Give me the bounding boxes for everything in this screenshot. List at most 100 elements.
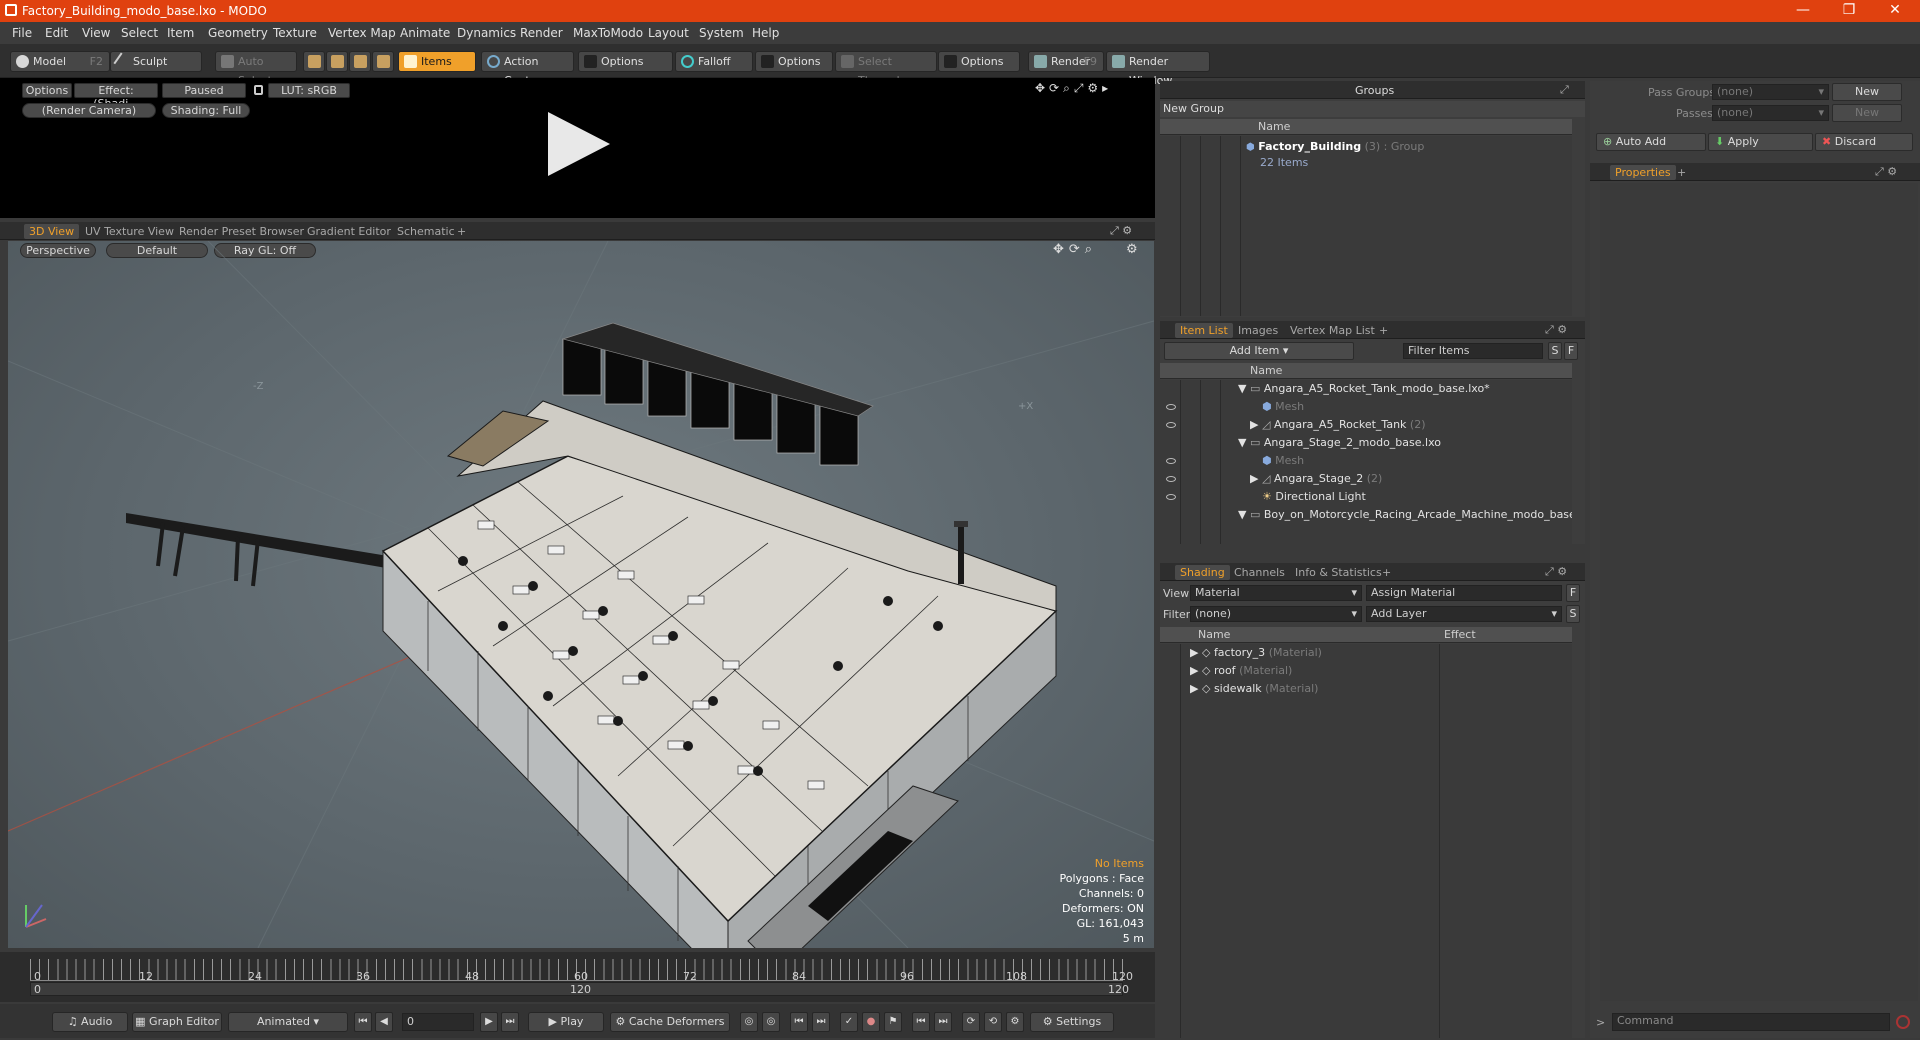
assign-material-button[interactable]: Assign Material [1366, 585, 1562, 601]
menu-file[interactable]: File [12, 26, 32, 40]
passes-new-button[interactable]: New [1832, 104, 1902, 122]
tab-images[interactable]: Images [1233, 323, 1283, 338]
key-all-icon[interactable]: ◎ [762, 1012, 780, 1032]
menu-layout[interactable]: Layout [648, 26, 689, 40]
next-key-icon[interactable]: ⏭ [812, 1012, 830, 1032]
auto-add-button[interactable]: ⊕ Auto Add [1596, 133, 1706, 151]
menu-geometry[interactable]: Geometry [208, 26, 268, 40]
visibility-eye-icon[interactable] [1166, 404, 1176, 410]
shading-f-button[interactable]: F [1566, 584, 1580, 602]
tab-info-statistics[interactable]: Info & Statistics [1290, 565, 1387, 580]
item-list-maximize-icon[interactable]: ⤢ ⚙ [1545, 323, 1567, 337]
properties-maximize-icon[interactable]: ⤢ ⚙ [1875, 165, 1897, 179]
pass-groups-dropdown[interactable]: (none) ▾ [1712, 84, 1829, 100]
play-button[interactable]: ▶ Play [528, 1012, 604, 1032]
filter-dropdown[interactable]: (none) ▾ [1190, 606, 1362, 622]
current-frame-input[interactable]: 0 [402, 1013, 474, 1031]
action-center-button[interactable]: Action Center [481, 51, 574, 87]
apply-button[interactable]: ⬇ Apply [1708, 133, 1813, 151]
3d-viewport[interactable]: Perspective Default Ray GL: Off ✥⟳⌕ ⚙ -Z… [8, 241, 1154, 948]
item-row-directional-light[interactable]: ☀ Directional Light [1262, 488, 1366, 506]
cache-deformers-button[interactable]: ⚙ Cache Deformers [610, 1012, 730, 1032]
preview-nav-icons[interactable]: ✥⟳⌕⤢⚙▸ [1035, 81, 1130, 95]
key-filter-icon[interactable]: ⚑ [884, 1012, 902, 1032]
falloff-button[interactable]: Falloff [675, 51, 753, 72]
auto-key-icon[interactable]: ✓ [840, 1012, 858, 1032]
filter-s-button[interactable]: S [1548, 342, 1562, 360]
material-select-button[interactable] [372, 51, 394, 72]
minimize-button[interactable]: — [1780, 0, 1826, 22]
menu-render[interactable]: Render [520, 26, 563, 40]
new-group-button[interactable]: New Group [1160, 101, 1585, 117]
view-dropdown[interactable]: Material ▾ [1190, 585, 1362, 601]
groups-maximize-icon[interactable]: ⤢ [1560, 83, 1569, 97]
go-start-button[interactable]: ⏮ [354, 1012, 372, 1032]
item-row-stage2-scene[interactable]: ▼ ▭ Angara_Stage_2_modo_base.lxo [1238, 434, 1441, 452]
pass-group-new-button[interactable]: New [1832, 83, 1902, 101]
select-through-button[interactable]: Select Through [835, 51, 937, 87]
prev-key-icon[interactable]: ⏮ [790, 1012, 808, 1032]
timeline[interactable]: 0 12 24 36 48 60 72 84 96 108 120 0 120 … [0, 952, 1155, 1002]
tab-item-list[interactable]: Item List [1175, 323, 1233, 338]
material-row-sidewalk[interactable]: ▶ ◇ sidewalk (Material) [1190, 680, 1318, 698]
prev-marker-icon[interactable]: ⏮ [912, 1012, 930, 1032]
menu-dynamics[interactable]: Dynamics [457, 26, 516, 40]
item-row-stage2[interactable]: ▶ ◿ Angara_Stage_2 (2) [1250, 470, 1382, 488]
menu-maxtomodo[interactable]: MaxToModo [573, 26, 643, 40]
preview-lut-dropdown[interactable]: LUT: sRGB [268, 83, 350, 98]
tab-shading-add[interactable]: + [1377, 565, 1396, 580]
shading-maximize-icon[interactable]: ⤢ ⚙ [1545, 565, 1567, 579]
tab-uv-texture-view[interactable]: UV Texture View [80, 224, 179, 239]
filter-items-input[interactable]: Filter Items [1403, 343, 1543, 359]
edge-select-button[interactable] [326, 51, 348, 72]
sculpt-mode-button[interactable]: Sculpt [110, 51, 202, 72]
discard-button[interactable]: ✖ Discard [1815, 133, 1913, 151]
viewport-maximize-icon[interactable]: ⤢ ⚙ [1110, 224, 1132, 238]
item-row-mesh-2[interactable]: ⬢ Mesh [1262, 452, 1304, 470]
menu-help[interactable]: Help [752, 26, 779, 40]
shading-s-button[interactable]: S [1566, 605, 1580, 623]
items-mode-button[interactable]: Items [398, 51, 476, 72]
prev-frame-button[interactable]: ◀ [375, 1012, 393, 1032]
animated-dropdown[interactable]: Animated ▾ [228, 1012, 348, 1032]
settings-button[interactable]: ⚙ Settings [1030, 1012, 1114, 1032]
audio-button[interactable]: ♫ Audio [52, 1012, 128, 1032]
close-button[interactable]: ✕ [1872, 0, 1918, 22]
tab-properties-add[interactable]: + [1672, 165, 1691, 180]
group-factory-building[interactable]: ⬢ Factory_Building (3) : Group 22 Items [1246, 139, 1566, 169]
model-mode-button[interactable]: Model F2 [10, 51, 110, 72]
visibility-eye-icon[interactable] [1166, 494, 1176, 500]
falloff-options-button[interactable]: Options [755, 51, 833, 72]
visibility-eye-icon[interactable] [1166, 458, 1176, 464]
vertex-select-button[interactable] [303, 51, 325, 72]
menu-item[interactable]: Item [167, 26, 194, 40]
visibility-eye-icon[interactable] [1166, 422, 1176, 428]
tab-item-add[interactable]: + [1374, 323, 1393, 338]
item-row-mesh[interactable]: ⬢ Mesh [1262, 398, 1304, 416]
render-button[interactable]: Render F9 [1028, 51, 1104, 72]
add-item-dropdown[interactable]: Add Item ▾ [1164, 342, 1354, 360]
go-end-button[interactable]: ⏭ [501, 1012, 519, 1032]
filter-f-button[interactable]: F [1564, 342, 1578, 360]
lock-icon[interactable] [254, 85, 263, 95]
key-icon[interactable]: ◎ [740, 1012, 758, 1032]
tab-schematic[interactable]: Schematic [392, 224, 460, 239]
tab-channels[interactable]: Channels [1229, 565, 1290, 580]
tab-render-preset-browser[interactable]: Render Preset Browser [174, 224, 309, 239]
item-row-motorcycle-scene[interactable]: ▼ ▭ Boy_on_Motorcycle_Racing_Arcade_Mach… [1238, 506, 1572, 524]
item-row-rocket-tank[interactable]: ▶ ◿ Angara_A5_Rocket_Tank (2) [1250, 416, 1426, 434]
command-stop-icon[interactable] [1896, 1015, 1910, 1029]
item-row-rocket-tank-scene[interactable]: ▼ ▭ Angara_A5_Rocket_Tank_modo_base.lxo* [1238, 380, 1490, 398]
action-center-options-button[interactable]: Options [578, 51, 673, 72]
menu-system[interactable]: System [699, 26, 744, 40]
preview-shading-dropdown[interactable]: Shading: Full [162, 103, 250, 118]
maximize-button[interactable]: ❐ [1826, 0, 1872, 22]
add-layer-dropdown[interactable]: Add Layer ▾ [1366, 606, 1562, 622]
material-row-roof[interactable]: ▶ ◇ roof (Material) [1190, 662, 1292, 680]
record-icon[interactable]: ● [862, 1012, 880, 1032]
material-row-factory[interactable]: ▶ ◇ factory_3 (Material) [1190, 644, 1322, 662]
menu-view[interactable]: View [82, 26, 110, 40]
tab-3d-view[interactable]: 3D View [24, 224, 80, 239]
menu-texture[interactable]: Texture [273, 26, 317, 40]
tab-vertex-map-list[interactable]: Vertex Map List [1285, 323, 1380, 338]
